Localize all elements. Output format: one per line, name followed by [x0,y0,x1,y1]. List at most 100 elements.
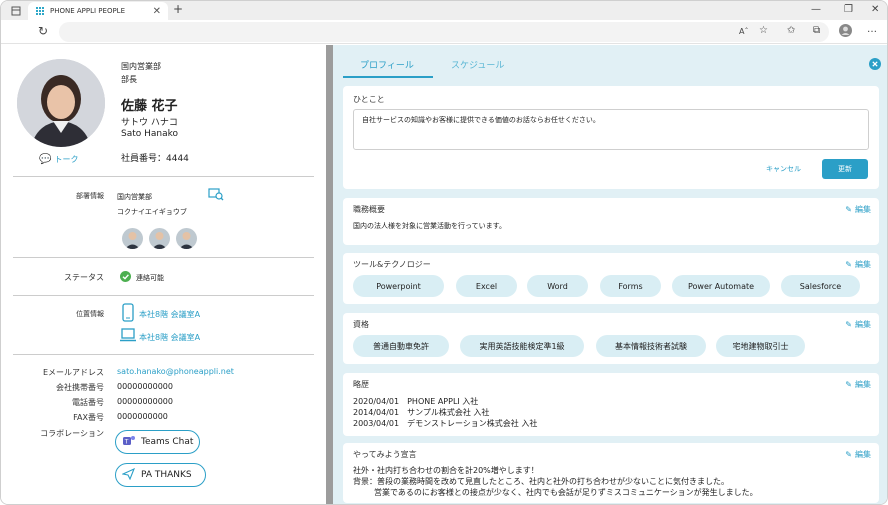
edit-label: 編集 [855,450,871,459]
address-bar-row: ↻ Aˆ ☆ ✩ ⧉ … [1,20,887,44]
user-name: 佐藤 花子 [121,99,178,114]
comment-textarea[interactable]: 自社サービスの知識やお客様に提供できる価値のお話ならお任せください。 [353,109,869,150]
duties-text: 国内の法人様を対象に営業活動を行っています。 [353,222,506,230]
phone-value[interactable]: 00000000000 [117,397,173,406]
tools-title: ツール&テクノロジー [353,260,431,269]
declaration-edit-button[interactable]: ✎ 編集 [845,449,871,460]
dept-info-name: 国内営業部 [117,193,152,201]
divider [13,257,314,258]
history-edit-button[interactable]: ✎ 編集 [845,379,871,390]
svg-text:T: T [124,439,129,446]
status-label: ステータス [64,273,104,282]
new-tab-button[interactable]: + [173,3,183,15]
cancel-button[interactable]: キャンセル [766,164,801,174]
history-item: 2014/04/01 サンプル株式会社 入社 [353,408,490,417]
settings-more-icon[interactable]: … [867,25,877,35]
paper-plane-icon [121,467,136,483]
mobile-value[interactable]: 00000000000 [117,382,173,391]
qualification-pill[interactable]: 宅地建物取引士 [716,335,805,357]
favorite-add-icon[interactable]: ☆ [759,26,768,36]
position-text: 部長 [121,75,137,84]
location-pc-link[interactable]: 本社8階 会議室A [139,332,200,343]
phone-label: 電話番号 [72,398,104,407]
profile-photo [17,59,105,147]
close-panel-icon[interactable] [869,58,881,73]
declaration-title: やってみよう宣言 [353,450,417,459]
qualification-pill[interactable]: 基本情報技術者試験 [596,335,706,357]
org-search-icon[interactable] [208,188,224,204]
profile-sidebar: 💬 トーク 国内営業部 部長 佐藤 花子 サトウ ハナコ Sato Hanako… [1,45,326,504]
teams-icon: T [122,434,135,450]
window-close-button[interactable]: ✕ [871,5,879,15]
qualification-pill[interactable]: 実用英語技能検定準1級 [460,335,584,357]
divider [13,354,314,355]
location-label: 位置情報 [76,310,104,318]
talk-button[interactable]: 💬 トーク [39,154,78,165]
pc-location-icon [119,328,137,345]
read-aloud-icon[interactable]: Aˆ [739,27,748,37]
comment-title: ひとこと [353,95,385,104]
tool-pill[interactable]: Powerpoint [353,275,444,297]
location-mobile-link[interactable]: 本社8階 会議室A [139,309,200,320]
tool-pill[interactable]: Word [527,275,588,297]
declaration-line: 営業であるのにお客様との接点が少なく、社内でも会話が足りずミスコミュニケーション… [374,488,758,497]
pencil-icon: ✎ [845,450,852,459]
declaration-line: 背景：普段の業務時間を改めて見直したところ、社内と社外の打ち合わせが少ないことに… [353,477,729,486]
department-text: 国内営業部 [121,62,161,71]
tab-actions-icon[interactable] [11,6,21,19]
profile-main-panel: プロフィール スケジュール ひとこと 自社サービスの知識やお客様に提供できる価値… [333,45,887,504]
history-item: 2003/04/01 デモンストレーション株式会社 入社 [353,419,538,428]
divider [13,176,314,177]
teams-chat-button[interactable]: T Teams Chat [115,430,200,454]
qualification-pill[interactable]: 普通自動車免許 [353,335,449,357]
tool-pill[interactable]: Forms [600,275,661,297]
profile-avatar-icon[interactable] [839,24,852,40]
tab-close-icon[interactable]: ✕ [153,6,161,17]
pa-thanks-button[interactable]: PA THANKS [115,463,206,487]
pencil-icon: ✎ [845,320,852,329]
collections-icon[interactable]: ⧉ [813,26,820,36]
tools-card: ツール&テクノロジー ✎ 編集 Powerpoint Excel Word For… [343,253,879,304]
email-link[interactable]: sato.hanako@phoneappli.net [117,367,234,376]
tab-profile[interactable]: プロフィール [360,58,414,71]
duties-title: 職務概要 [353,205,385,214]
email-label: Eメールアドレス [42,368,104,377]
browser-tab[interactable]: PHONE APPLI PEOPLE ✕ [28,2,168,20]
tools-edit-button[interactable]: ✎ 編集 [845,259,871,270]
user-name-roman: Sato Hanako [121,129,179,139]
refresh-icon[interactable]: ↻ [38,25,48,37]
tab-bar: PHONE APPLI PEOPLE ✕ + — ❐ ✕ [1,1,887,20]
tool-pill[interactable]: Power Automate [672,275,770,297]
member-avatar[interactable] [122,228,143,249]
chat-bubble-icon: 💬 [39,154,52,165]
pencil-icon: ✎ [845,380,852,389]
qualifications-title: 資格 [353,320,369,329]
edit-label: 編集 [855,260,871,269]
member-avatar[interactable] [149,228,170,249]
pa-thanks-label: PA THANKS [141,470,192,480]
declaration-card: やってみよう宣言 ✎ 編集 社外・社内打ち合わせの割合を計20%増やします！ 背景… [343,443,879,503]
tab-title: PHONE APPLI PEOPLE [50,7,125,15]
dept-info-kana: コクナイエイギョウブ [117,208,187,216]
qualifications-card: 資格 ✎ 編集 普通自動車免許 実用英語技能検定準1級 基本情報技術者試験 宅地建… [343,313,879,364]
mobile-location-icon [121,303,135,326]
minimize-button[interactable]: — [811,5,821,15]
tab-schedule[interactable]: スケジュール [451,58,504,71]
url-input[interactable]: Aˆ ☆ [59,22,829,42]
duties-edit-button[interactable]: ✎ 編集 [845,204,871,215]
tool-pill[interactable]: Excel [456,275,517,297]
member-avatar[interactable] [176,228,197,249]
collab-label: コラボレーション [40,429,104,438]
restore-button[interactable]: ❐ [844,5,853,15]
pencil-icon: ✎ [845,260,852,269]
user-name-kana: サトウ ハナコ [121,118,178,128]
app-favicon-icon [36,7,44,15]
comment-card: ひとこと 自社サービスの知識やお客様に提供できる価値のお話ならお任せください。 … [343,86,879,189]
fax-value: 0000000000 [117,412,168,421]
favorites-icon[interactable]: ✩ [787,26,795,36]
panel-splitter[interactable] [326,45,333,504]
qualifications-edit-button[interactable]: ✎ 編集 [845,319,871,330]
update-button[interactable]: 更新 [822,159,868,179]
employee-number: 社員番号：4444 [121,154,189,164]
tool-pill[interactable]: Salesforce [781,275,860,297]
